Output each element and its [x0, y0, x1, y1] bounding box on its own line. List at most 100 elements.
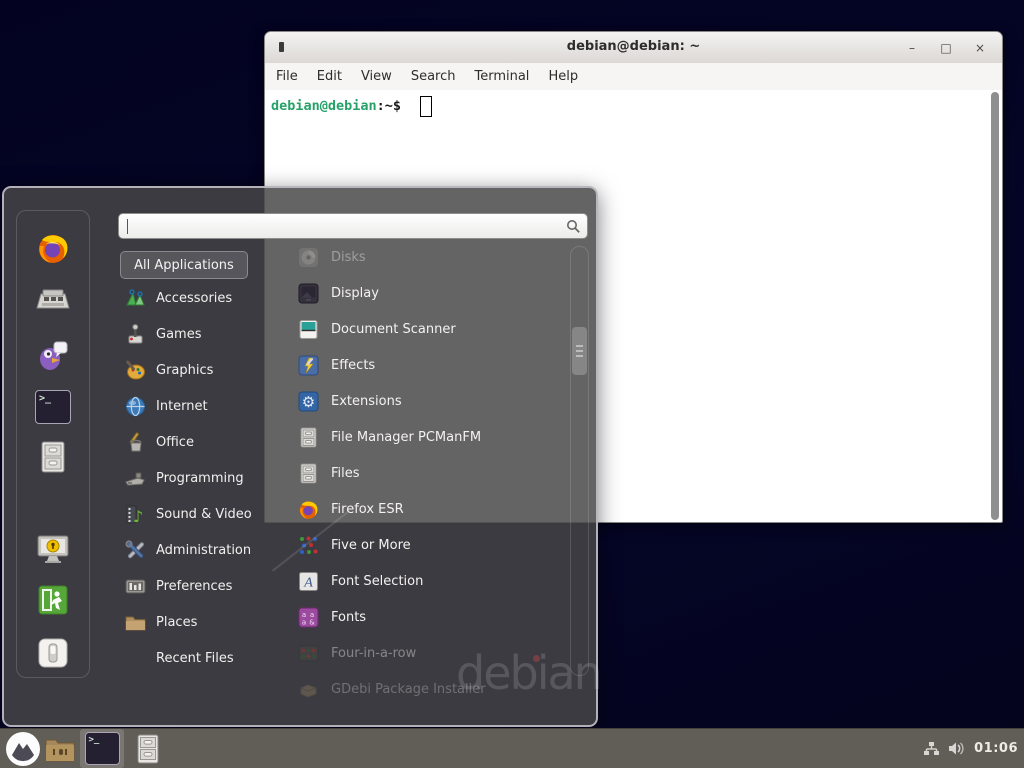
category-internet[interactable]: Internet	[118, 388, 274, 424]
sound-video-icon: ♪	[124, 503, 147, 526]
four-in-a-row-icon	[298, 643, 319, 664]
file-manager-taskbar-launcher[interactable]	[44, 732, 76, 765]
app-label: Document Scanner	[331, 322, 456, 337]
menu-terminal[interactable]: Terminal	[474, 69, 529, 84]
search-bar[interactable]	[118, 213, 588, 239]
pidgin-icon	[36, 338, 70, 372]
category-label: Graphics	[156, 363, 213, 378]
category-all-applications[interactable]: All Applications	[120, 251, 248, 279]
effects-icon	[298, 355, 319, 376]
menu-view[interactable]: View	[361, 69, 392, 84]
category-administration[interactable]: Administration	[118, 532, 274, 568]
app-document-scanner[interactable]: Document Scanner	[284, 311, 572, 347]
application-menu: >_	[2, 186, 598, 727]
minimize-button[interactable]: –	[902, 38, 922, 58]
scrollbar-thumb[interactable]	[572, 327, 587, 375]
keyboard-icon	[36, 286, 70, 316]
folder-icon	[45, 736, 75, 762]
desktop: debian@debian: ~ – □ × File Edit View Se…	[0, 0, 1024, 768]
category-recent-files[interactable]: Recent Files	[118, 640, 274, 676]
svg-text:&: &	[309, 618, 315, 626]
volume-icon[interactable]	[948, 741, 966, 756]
pidgin-launcher[interactable]	[35, 337, 71, 373]
svg-text:a: a	[302, 618, 306, 626]
font-selection-icon: A	[298, 571, 319, 592]
terminal-cursor	[420, 96, 432, 117]
file-cabinet-icon	[298, 463, 319, 484]
category-label: Programming	[156, 471, 244, 486]
app-list: Disks Display	[284, 239, 572, 709]
places-icon	[124, 611, 147, 634]
category-sound-video[interactable]: ♪ Sound & Video	[118, 496, 274, 532]
administration-icon	[124, 539, 147, 562]
app-disks[interactable]: Disks	[284, 239, 572, 275]
app-extensions[interactable]: ⚙ Extensions	[284, 383, 572, 419]
document-scanner-icon	[298, 319, 319, 340]
terminal-launcher[interactable]: >_	[35, 389, 71, 425]
category-label: Places	[156, 615, 197, 630]
svg-text:A: A	[303, 575, 313, 590]
terminal-scrollbar[interactable]	[991, 92, 999, 520]
package-manager-launcher[interactable]	[35, 283, 71, 319]
app-label: Display	[331, 286, 379, 301]
clock[interactable]: 01:06	[974, 741, 1018, 756]
menu-edit[interactable]: Edit	[317, 69, 342, 84]
app-label: Files	[331, 466, 360, 481]
menu-help[interactable]: Help	[548, 69, 578, 84]
app-list-scrollbar[interactable]	[570, 246, 589, 676]
lock-screen-button[interactable]	[35, 531, 71, 567]
games-icon	[124, 323, 147, 346]
terminal-titlebar[interactable]: debian@debian: ~ – □ ×	[265, 32, 1002, 64]
category-accessories[interactable]: Accessories	[118, 280, 274, 316]
file-cabinet-icon	[136, 734, 160, 764]
terminal-window-button[interactable]: >_	[80, 729, 124, 768]
prompt-path: :~$	[377, 98, 401, 114]
maximize-button[interactable]: □	[936, 38, 956, 58]
app-label: GDebi Package Installer	[331, 682, 486, 697]
app-effects[interactable]: Effects	[284, 347, 572, 383]
category-graphics[interactable]: Graphics	[118, 352, 274, 388]
app-gdebi-package-installer[interactable]: GDebi Package Installer	[284, 671, 572, 707]
firefox-launcher[interactable]	[35, 230, 71, 266]
disks-icon	[298, 247, 319, 268]
programming-icon	[124, 467, 147, 490]
file-cabinet-icon	[298, 427, 319, 448]
logout-button[interactable]	[35, 582, 71, 618]
file-cabinet-taskbar-launcher[interactable]	[134, 732, 162, 765]
menu-search[interactable]: Search	[411, 69, 456, 84]
prompt-user: debian@debian	[271, 98, 377, 114]
close-button[interactable]: ×	[970, 38, 990, 58]
app-file-manager-pcmanfm[interactable]: File Manager PCManFM	[284, 419, 572, 455]
app-display[interactable]: Display	[284, 275, 572, 311]
shutdown-button[interactable]	[35, 635, 71, 671]
office-icon	[124, 431, 147, 454]
app-five-or-more[interactable]: Five or More	[284, 527, 572, 563]
category-places[interactable]: Places	[118, 604, 274, 640]
svg-text:⚙: ⚙	[302, 393, 315, 411]
menu-file[interactable]: File	[276, 69, 298, 84]
app-label: Extensions	[331, 394, 402, 409]
shutdown-icon	[37, 637, 69, 669]
app-firefox-esr[interactable]: Firefox ESR	[284, 491, 572, 527]
category-office[interactable]: Office	[118, 424, 274, 460]
category-preferences[interactable]: Preferences	[118, 568, 274, 604]
app-fonts[interactable]: a a a & Fonts	[284, 599, 572, 635]
category-games[interactable]: Games	[118, 316, 274, 352]
app-four-in-a-row[interactable]: Four-in-a-row	[284, 635, 572, 671]
app-font-selection[interactable]: A Font Selection	[284, 563, 572, 599]
app-label: Four-in-a-row	[331, 646, 416, 661]
search-icon	[566, 219, 581, 238]
app-label: Disks	[331, 250, 366, 265]
extensions-icon: ⚙	[298, 391, 319, 412]
logout-icon	[37, 584, 69, 616]
network-icon[interactable]	[923, 741, 940, 757]
category-programming[interactable]: Programming	[118, 460, 274, 496]
search-input[interactable]	[119, 215, 587, 237]
terminal-title: debian@debian: ~	[265, 39, 1002, 54]
app-files[interactable]: Files	[284, 455, 572, 491]
taskbar: >_	[0, 728, 1024, 768]
menu-button[interactable]	[6, 732, 40, 766]
file-manager-launcher[interactable]	[35, 439, 71, 475]
category-label: Recent Files	[156, 651, 234, 666]
category-label: Internet	[156, 399, 208, 414]
